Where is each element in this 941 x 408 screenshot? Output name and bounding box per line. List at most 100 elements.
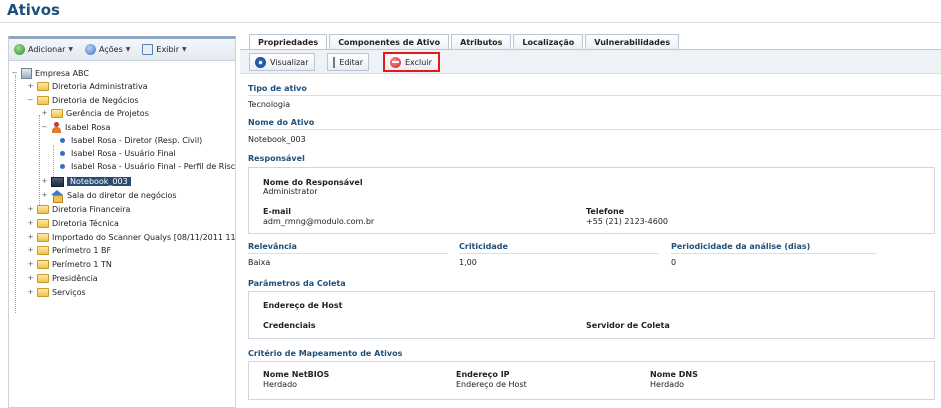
add-button[interactable]: Adicionar ▼ [14, 44, 73, 55]
folder-icon [37, 219, 49, 228]
company-icon [21, 68, 32, 79]
folder-icon [37, 96, 49, 105]
tab-properties[interactable]: Propriedades [249, 34, 328, 50]
collapse-icon[interactable]: − [41, 124, 48, 131]
tree-node-label: Perímetro 1 TN [52, 260, 112, 269]
folder-icon [37, 233, 49, 242]
periodicity-value: 0 [671, 258, 677, 267]
view-button[interactable]: Exibir ▼ [142, 44, 187, 55]
asset-tree: − Empresa ABC + Diretoria Administrativa… [9, 61, 235, 313]
asset-tree-panel: Adicionar ▼ Ações ▼ Exibir ▼ − Empresa A… [8, 36, 236, 408]
tree-toolbar: Adicionar ▼ Ações ▼ Exibir ▼ [9, 39, 235, 61]
tree-node-label: Isabel Rosa [65, 123, 111, 132]
tree-node[interactable]: + Diretoria Administrativa [27, 80, 148, 93]
ip-address-label: Endereço IP [456, 370, 510, 379]
add-icon [14, 44, 25, 55]
view-asset-button[interactable]: Visualizar [249, 53, 315, 71]
tree-node[interactable]: + Presidência [27, 272, 98, 285]
mapping-criteria-box: Nome NetBIOS Herdado Endereço IP Endereç… [248, 361, 935, 400]
notebook-icon [51, 176, 64, 187]
asset-details-panel: Propriedades Componentes de Ativo Atribu… [240, 34, 941, 408]
tree-node-label: Sala do diretor de negócios [67, 191, 177, 200]
asset-type-value: Tecnologia [248, 100, 291, 109]
tab-asset-components[interactable]: Componentes de Ativo [329, 34, 450, 50]
relevance-label: Relevância [248, 242, 297, 251]
tree-node-label: Importado do Scanner Qualys [08/11/2011 … [52, 233, 236, 242]
tree-node[interactable]: − Isabel Rosa [41, 121, 110, 134]
tree-node[interactable]: + Serviços [27, 286, 86, 299]
expand-icon[interactable]: + [27, 275, 34, 282]
tree-node-root[interactable]: − Empresa ABC [11, 67, 89, 80]
expand-icon[interactable]: + [27, 247, 34, 254]
expand-icon[interactable]: + [27, 220, 34, 227]
page-title: Ativos [7, 1, 60, 19]
add-button-label: Adicionar [28, 45, 66, 54]
expand-icon[interactable]: + [27, 83, 34, 90]
responsible-label: Responsável [248, 154, 305, 163]
tree-node-label: Notebook_003 [67, 177, 131, 186]
chevron-down-icon: ▼ [125, 46, 131, 53]
expand-icon[interactable]: + [27, 289, 34, 296]
expand-icon[interactable]: + [27, 234, 34, 241]
delete-button[interactable]: Excluir [383, 52, 440, 72]
asset-name-label: Nome do Ativo [248, 118, 315, 127]
delete-icon [390, 56, 401, 68]
phone-label: Telefone [586, 207, 625, 216]
edit-label: Editar [339, 57, 363, 67]
chevron-down-icon: ▼ [68, 46, 74, 53]
folder-icon [37, 205, 49, 214]
folder-icon [37, 82, 49, 91]
tab-vulnerabilities[interactable]: Vulnerabilidades [585, 34, 680, 50]
view-asset-label: Visualizar [270, 57, 309, 67]
tab-attributes[interactable]: Atributos [451, 34, 512, 50]
tree-node[interactable]: + Perímetro 1 BF [27, 244, 111, 257]
actions-icon [85, 44, 97, 55]
tree-node[interactable]: Isabel Rosa - Usuário Final - Perfil de … [57, 160, 235, 173]
tree-node-label: Gerência de Projetos [66, 109, 149, 118]
tree-node[interactable]: + Diretoria Técnica [27, 217, 119, 230]
collapse-icon[interactable]: − [27, 97, 34, 104]
expand-icon[interactable]: + [41, 178, 48, 185]
dns-name-label: Nome DNS [650, 370, 698, 379]
responsible-name-label: Nome do Responsável [263, 178, 363, 187]
edit-button[interactable]: Editar [327, 53, 369, 71]
tree-node[interactable]: + Perímetro 1 TN [27, 258, 112, 271]
section-divider [671, 253, 876, 254]
criticality-label: Criticidade [459, 242, 508, 251]
phone-value: +55 (21) 2123-4600 [586, 217, 668, 226]
section-divider [248, 95, 941, 96]
tree-node-selected[interactable]: + Notebook_003 [41, 175, 131, 188]
email-value: adm_rmng@modulo.com.br [263, 217, 375, 226]
tree-node[interactable]: + Importado do Scanner Qualys [08/11/201… [27, 231, 236, 244]
bullet-icon [60, 164, 65, 169]
bullet-icon [60, 151, 65, 156]
tree-connector [15, 75, 16, 313]
host-address-label: Endereço de Host [263, 301, 343, 310]
tree-node[interactable]: + Diretoria Financeira [27, 203, 130, 216]
tree-node-label: Isabel Rosa - Diretor (Resp. Civil) [71, 136, 203, 145]
expand-icon[interactable]: + [27, 206, 34, 213]
expand-icon[interactable]: + [41, 192, 48, 199]
tree-node[interactable]: Isabel Rosa - Usuário Final [57, 147, 176, 160]
tree-node[interactable]: Isabel Rosa - Diretor (Resp. Civil) [57, 134, 202, 147]
collapse-icon[interactable]: − [11, 70, 18, 77]
dns-name-value: Herdado [650, 380, 685, 389]
expand-icon[interactable]: + [27, 261, 34, 268]
ip-address-value: Endereço de Host [456, 380, 527, 389]
asset-type-label: Tipo de ativo [248, 84, 307, 93]
credentials-label: Credenciais [263, 321, 316, 330]
folder-icon [37, 260, 49, 269]
tree-node-label: Perímetro 1 BF [52, 246, 112, 255]
person-icon [51, 122, 62, 133]
mapping-criteria-label: Critério de Mapeamento de Ativos [248, 349, 403, 358]
tree-node[interactable]: + Sala do diretor de negócios [41, 189, 177, 203]
asset-name-value: Notebook_003 [248, 135, 306, 144]
tree-node-label: Diretoria de Negócios [52, 96, 139, 105]
relevance-value: Baixa [248, 258, 271, 267]
chevron-down-icon: ▼ [182, 46, 187, 53]
expand-icon[interactable]: + [41, 110, 48, 117]
tab-location[interactable]: Localização [513, 34, 584, 50]
actions-button[interactable]: Ações ▼ [85, 44, 130, 55]
tree-node[interactable]: − Diretoria de Negócios [27, 94, 139, 107]
tree-node[interactable]: + Gerência de Projetos [41, 107, 149, 120]
